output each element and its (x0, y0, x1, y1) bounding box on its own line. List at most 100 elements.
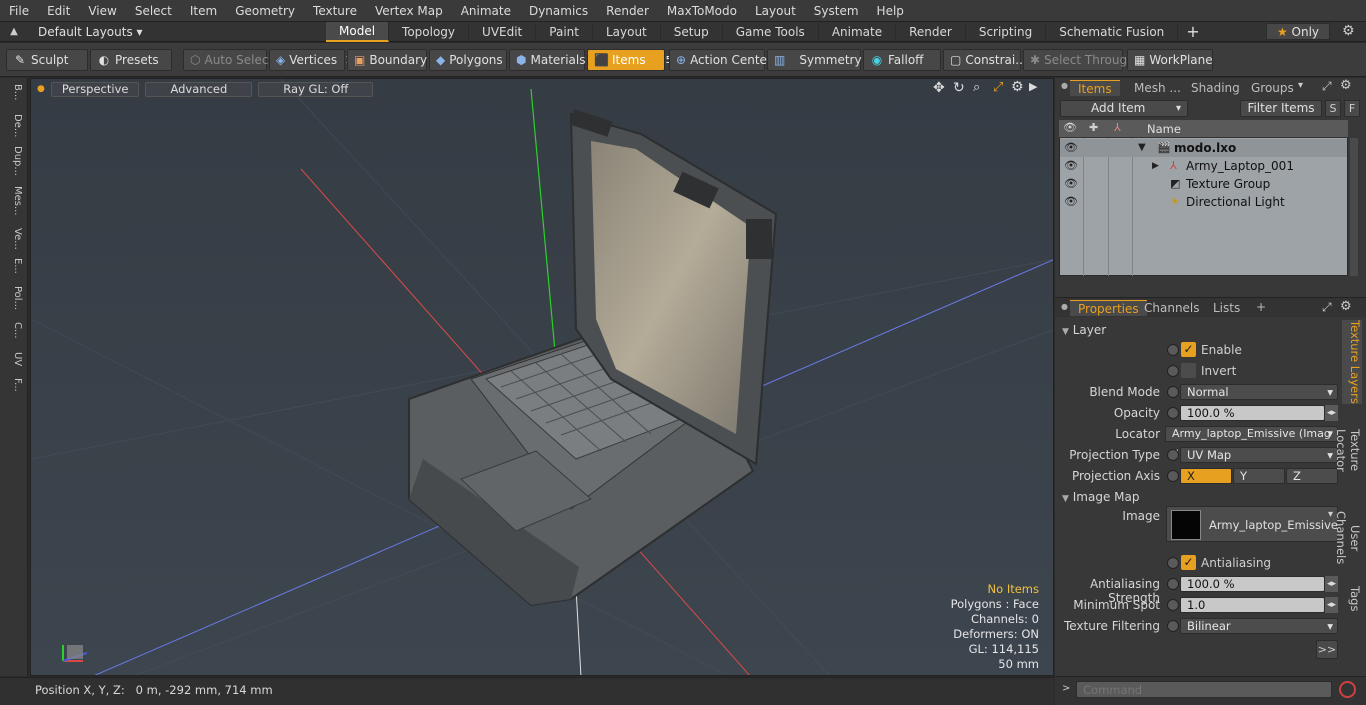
opacity-anim-dot[interactable] (1167, 407, 1179, 419)
tab-paint[interactable]: Paint (536, 22, 593, 41)
layer-section-header[interactable]: ▼ Layer (1062, 323, 1106, 337)
axis-y-button[interactable]: Y (1233, 468, 1285, 484)
opacity-field[interactable]: 100.0 % (1180, 405, 1325, 421)
invert-checkbox[interactable] (1181, 363, 1196, 378)
properties-maximize-icon[interactable]: ⤢ (1322, 300, 1332, 315)
menu-animate[interactable]: Animate (452, 0, 520, 22)
projection-type-anim-dot[interactable] (1167, 449, 1179, 461)
select-through-button[interactable]: ✱ Select Through (1023, 49, 1135, 71)
enable-anim-dot[interactable] (1167, 344, 1179, 356)
boundary-button[interactable]: ▣ Boundary (347, 49, 427, 71)
antialiasing-anim-dot[interactable] (1167, 557, 1179, 569)
type-column-icon[interactable]: ⅄ (1114, 121, 1121, 134)
expand-arrow-icon[interactable]: ▼ (1138, 139, 1146, 157)
action-center-button[interactable]: ⊕ Action Center (669, 49, 772, 71)
add-item-button[interactable]: Add Item ▾ (1060, 100, 1188, 117)
axis-z-button[interactable]: Z (1286, 468, 1338, 484)
menu-system[interactable]: System (805, 0, 868, 22)
aa-strength-slider-handle[interactable]: ◂▸ (1325, 576, 1338, 592)
tree-row-directional-light[interactable]: 👁 ☀ Directional Light (1060, 193, 1347, 211)
texture-filtering-dropdown[interactable]: Bilinear (1180, 618, 1338, 634)
tab-channels[interactable]: Channels (1136, 300, 1208, 316)
menu-file[interactable]: File (0, 0, 38, 22)
advanced-button[interactable]: Advanced (145, 81, 253, 97)
tab-mesh[interactable]: Mesh ... (1126, 80, 1189, 96)
row-visibility-icon[interactable]: 👁 (1064, 193, 1078, 211)
tab-shading[interactable]: Shading (1183, 80, 1248, 96)
tab-topology[interactable]: Topology (389, 22, 470, 41)
auto-select-button[interactable]: ⬡ Auto Select (183, 49, 273, 71)
collapse-arrow-icon[interactable]: ▶ (1152, 157, 1159, 175)
menu-vertex-map[interactable]: Vertex Map (366, 0, 452, 22)
left-tab-7[interactable]: C... (3, 322, 23, 339)
visibility-column-icon[interactable]: 👁 (1063, 121, 1077, 134)
menu-edit[interactable]: Edit (38, 0, 79, 22)
maximize-view-icon[interactable]: ⤢ (993, 80, 1003, 95)
left-tab-0[interactable]: B... (3, 84, 23, 100)
name-column-header[interactable]: Name (1147, 122, 1181, 136)
tab-game-tools[interactable]: Game Tools (723, 22, 819, 41)
min-spot-slider-handle[interactable]: ◂▸ (1325, 597, 1338, 613)
viewport-scene[interactable] (31, 79, 1054, 676)
aa-strength-field[interactable]: 100.0 % (1180, 576, 1325, 592)
tab-uvedit[interactable]: UVEdit (469, 22, 537, 41)
layout-up-icon[interactable]: ▲ (0, 26, 28, 37)
menu-layout[interactable]: Layout (746, 0, 805, 22)
min-spot-anim-dot[interactable] (1167, 599, 1179, 611)
items-maximize-icon[interactable]: ⤢ (1322, 79, 1332, 94)
items-gear-icon[interactable]: ⚙ (1340, 78, 1352, 93)
properties-panel-dot[interactable]: ● (1061, 302, 1068, 311)
projection-axis-anim-dot[interactable] (1167, 470, 1179, 482)
more-button[interactable]: >> (1316, 640, 1338, 659)
left-tab-2[interactable]: Dup... (3, 146, 23, 176)
row-visibility-icon[interactable]: 👁 (1064, 139, 1078, 157)
tab-schematic-fusion[interactable]: Schematic Fusion (1046, 22, 1179, 41)
tab-animate[interactable]: Animate (819, 22, 897, 41)
tab-scripting[interactable]: Scripting (966, 22, 1047, 41)
blend-mode-anim-dot[interactable] (1167, 386, 1179, 398)
left-tab-4[interactable]: Ve... (3, 228, 23, 250)
left-tab-3[interactable]: Mes... (3, 186, 23, 216)
menu-geometry[interactable]: Geometry (226, 0, 304, 22)
menu-render[interactable]: Render (597, 0, 658, 22)
3d-viewport[interactable]: ● Perspective Advanced Ray GL: Off ✥ ↻ ⌕… (30, 78, 1054, 676)
aa-strength-anim-dot[interactable] (1167, 578, 1179, 590)
tab-model[interactable]: Model (326, 21, 390, 42)
constraints-button[interactable]: ▢ Constrai... (943, 49, 1027, 71)
tree-row-laptop[interactable]: 👁 ▶ ⅄ Army_Laptop_001 (1060, 157, 1347, 175)
tab-lists[interactable]: Lists (1205, 300, 1248, 316)
zoom-view-icon[interactable]: ⌕ (973, 80, 980, 95)
menu-texture[interactable]: Texture (304, 0, 366, 22)
lock-column-icon[interactable]: ✚ (1089, 121, 1098, 134)
items-panel-dot[interactable]: ● (1061, 81, 1068, 90)
workplane-button[interactable]: ▦ WorkPlane (1127, 49, 1213, 71)
blend-mode-dropdown[interactable]: Normal (1180, 384, 1338, 400)
properties-gear-icon[interactable]: ⚙ (1340, 299, 1352, 314)
move-view-icon[interactable]: ✥ (933, 80, 945, 96)
menu-help[interactable]: Help (868, 0, 913, 22)
invert-anim-dot[interactable] (1167, 365, 1179, 377)
tab-groups[interactable]: Groups (1243, 80, 1302, 96)
s-button[interactable]: S (1325, 100, 1341, 117)
side-tab-tags[interactable]: Tags (1342, 584, 1362, 614)
locator-dropdown[interactable]: Army_laptop_Emissive (Imag ... (1165, 426, 1338, 454)
tab-setup[interactable]: Setup (661, 22, 723, 41)
rotate-view-icon[interactable]: ↻ (953, 80, 965, 96)
tree-row-texture-group[interactable]: 👁 ◩ Texture Group (1060, 175, 1347, 193)
filter-items-button[interactable]: Filter Items (1240, 100, 1322, 117)
menu-item[interactable]: Item (181, 0, 226, 22)
row-visibility-icon[interactable]: 👁 (1064, 157, 1078, 175)
left-tab-8[interactable]: UV (3, 352, 23, 366)
menu-maxtomodo[interactable]: MaxToModo (658, 0, 746, 22)
left-tab-1[interactable]: De... (3, 114, 23, 137)
opacity-slider-handle[interactable]: ◂▸ (1325, 405, 1338, 421)
texture-filtering-anim-dot[interactable] (1167, 620, 1179, 632)
presets-button[interactable]: ◐ Presets (90, 49, 172, 71)
left-tab-9[interactable]: F... (3, 378, 23, 392)
add-tab-button[interactable]: + (1178, 22, 1207, 41)
side-tab-texture-layers[interactable]: Texture Layers (1342, 320, 1362, 404)
layout-selector[interactable]: Default Layouts ▾ (28, 25, 318, 39)
projection-type-dropdown[interactable]: UV Map (1180, 447, 1338, 463)
tab-layout[interactable]: Layout (593, 22, 661, 41)
menu-view[interactable]: View (79, 0, 125, 22)
